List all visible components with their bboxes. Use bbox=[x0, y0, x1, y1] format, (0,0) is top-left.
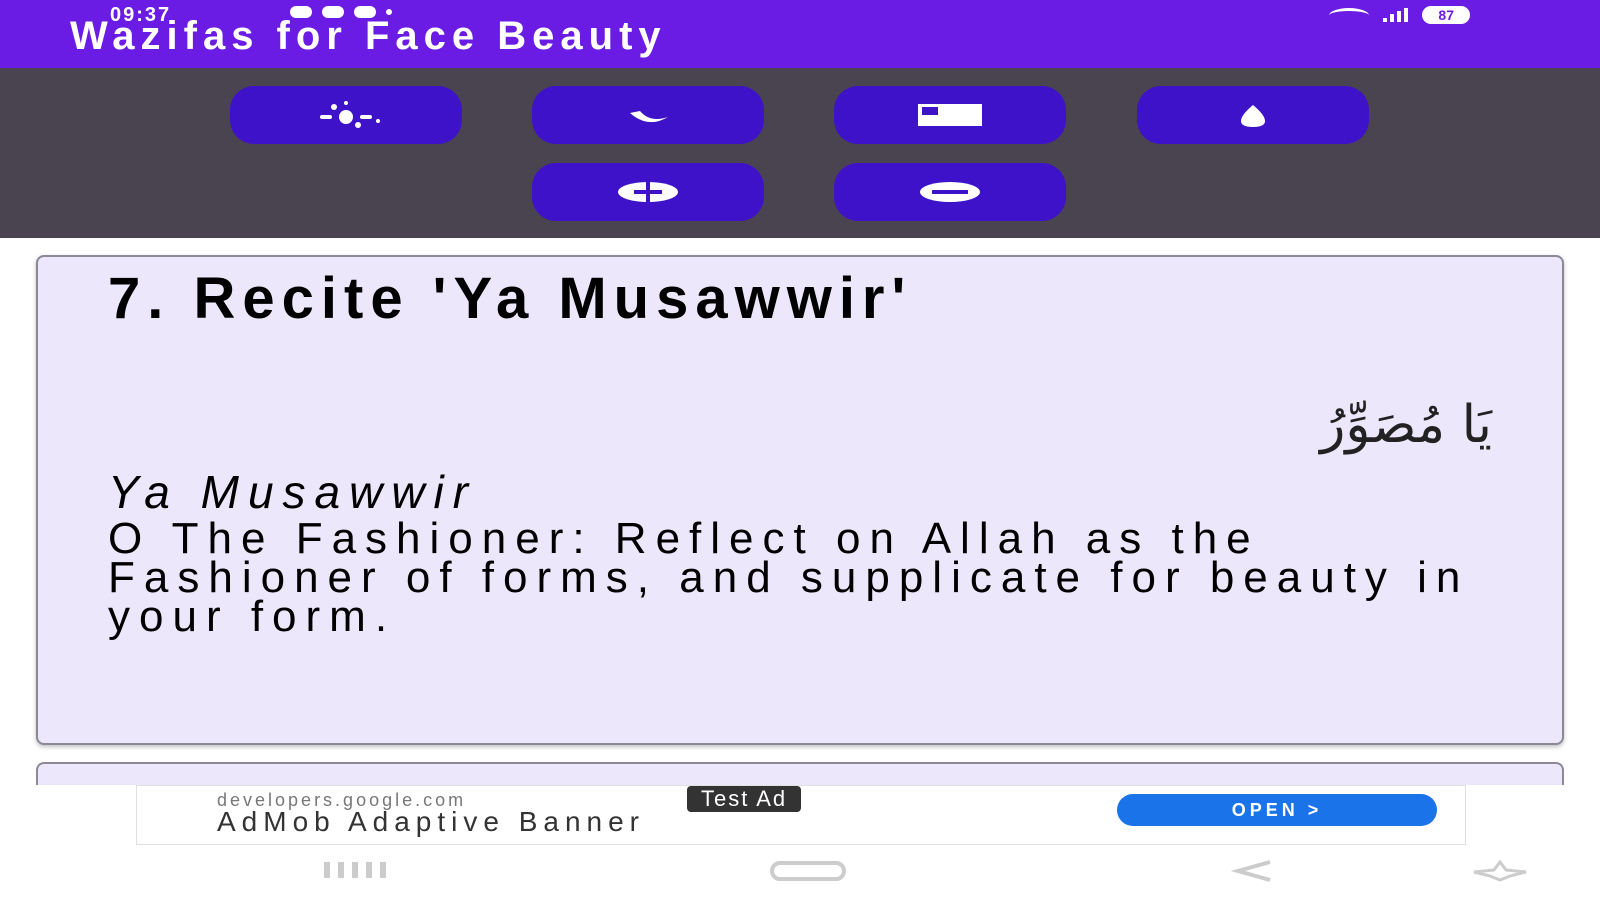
signal-icon bbox=[1383, 8, 1409, 22]
ad-banner[interactable]: developers.google.com Test Ad AdMob Adap… bbox=[0, 785, 1600, 850]
arabic-text: يَا مُصَوِّرُ bbox=[1320, 395, 1492, 455]
ad-container[interactable]: developers.google.com Test Ad AdMob Adap… bbox=[136, 785, 1466, 845]
drop-icon bbox=[1241, 105, 1265, 127]
moon-icon bbox=[630, 111, 668, 123]
accessibility-icon bbox=[1473, 859, 1527, 882]
back-button[interactable] bbox=[1230, 860, 1280, 885]
battery-indicator: 87 bbox=[1422, 6, 1470, 24]
recent-apps-icon bbox=[324, 862, 386, 878]
app-title: Wazifas for Face Beauty bbox=[70, 14, 667, 58]
meaning-text: O The Fashioner: Reflect on Allah as the… bbox=[108, 514, 1470, 641]
accessibility-button[interactable] bbox=[1470, 859, 1530, 885]
zoom-in-button[interactable] bbox=[532, 163, 764, 221]
brightness-button[interactable] bbox=[230, 86, 462, 144]
back-icon bbox=[1230, 860, 1271, 882]
recent-apps-button[interactable] bbox=[320, 860, 390, 883]
system-nav-bar bbox=[0, 850, 1600, 900]
card-icon bbox=[918, 104, 982, 126]
toolbar bbox=[0, 68, 1600, 238]
drop-button[interactable] bbox=[1137, 86, 1369, 144]
wazifa-title: 7. Recite 'Ya Musawwir' bbox=[108, 266, 913, 331]
home-button[interactable] bbox=[768, 860, 848, 885]
sparkle-icon bbox=[320, 101, 380, 128]
ad-title: AdMob Adaptive Banner bbox=[217, 806, 645, 837]
zoom-out-button[interactable] bbox=[834, 163, 1066, 221]
wifi-icon bbox=[1329, 7, 1370, 23]
transliteration-text: Ya Musawwir bbox=[108, 466, 478, 518]
app-bar: 09:37 87 Wazifas for Face Beauty bbox=[0, 0, 1600, 68]
minus-icon bbox=[920, 182, 980, 202]
card-view-button[interactable] bbox=[834, 86, 1066, 144]
wazifa-card: 7. Recite 'Ya Musawwir' يَا مُصَوِّرُ Ya… bbox=[36, 255, 1564, 745]
plus-icon bbox=[618, 182, 678, 202]
night-mode-button[interactable] bbox=[532, 86, 764, 144]
status-system-icons: 87 bbox=[1329, 6, 1470, 24]
home-icon bbox=[770, 861, 846, 881]
test-ad-badge: Test Ad bbox=[687, 786, 802, 812]
ad-open-button[interactable]: OPEN > bbox=[1117, 794, 1437, 826]
